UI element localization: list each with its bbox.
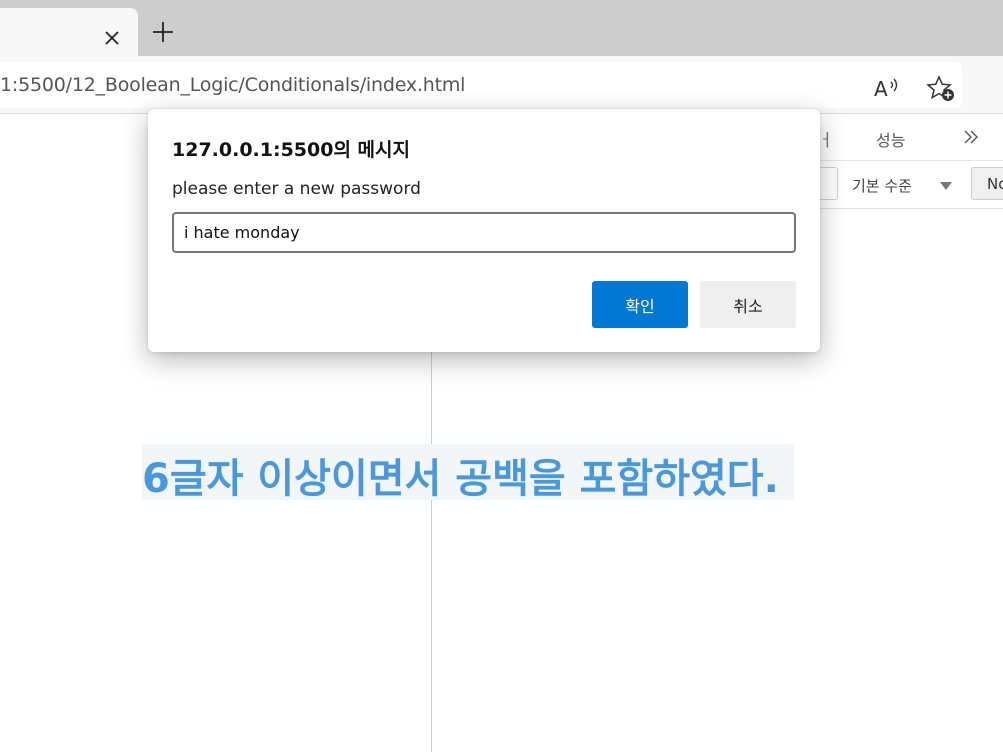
- cancel-button[interactable]: 취소: [700, 281, 796, 328]
- svg-text:A: A: [874, 77, 888, 100]
- url-text[interactable]: 1:5500/12_Boolean_Logic/Conditionals/ind…: [0, 74, 465, 96]
- devtools-tab-bar: ㅓ 성능: [818, 115, 1003, 161]
- close-icon[interactable]: [103, 29, 121, 47]
- dialog-message: please enter a new password: [172, 179, 421, 199]
- headline-text: 6글자 이상이면서 공백을 포함하였다.: [142, 456, 779, 502]
- devtools-tab-partial[interactable]: ㅓ: [818, 126, 834, 151]
- log-level-dropdown[interactable]: 기본 수준: [852, 175, 912, 196]
- tab-performance[interactable]: 성능: [876, 127, 905, 151]
- add-favorite-icon[interactable]: [926, 75, 956, 103]
- password-input[interactable]: [172, 212, 796, 253]
- issues-button[interactable]: No: [971, 167, 1003, 200]
- browser-tab[interactable]: [0, 8, 138, 56]
- browser-toolbar: 1:5500/12_Boolean_Logic/Conditionals/ind…: [0, 56, 1003, 114]
- prompt-dialog: 127.0.0.1:5500의 메시지 please enter a new p…: [148, 109, 820, 352]
- address-bar[interactable]: 1:5500/12_Boolean_Logic/Conditionals/ind…: [0, 62, 962, 108]
- dialog-title: 127.0.0.1:5500의 메시지: [172, 139, 410, 161]
- plus-icon[interactable]: [150, 19, 176, 45]
- caret-down-icon[interactable]: [940, 182, 952, 190]
- devtools-console-toolbar: 기본 수준 No: [808, 161, 1003, 209]
- ok-button[interactable]: 확인: [592, 281, 688, 328]
- page-headline: 6글자 이상이면서 공백을 포함하였다.: [142, 444, 794, 502]
- tab-strip: [0, 0, 1003, 56]
- read-aloud-icon[interactable]: A: [873, 76, 901, 100]
- chevron-double-right-icon[interactable]: [962, 128, 980, 146]
